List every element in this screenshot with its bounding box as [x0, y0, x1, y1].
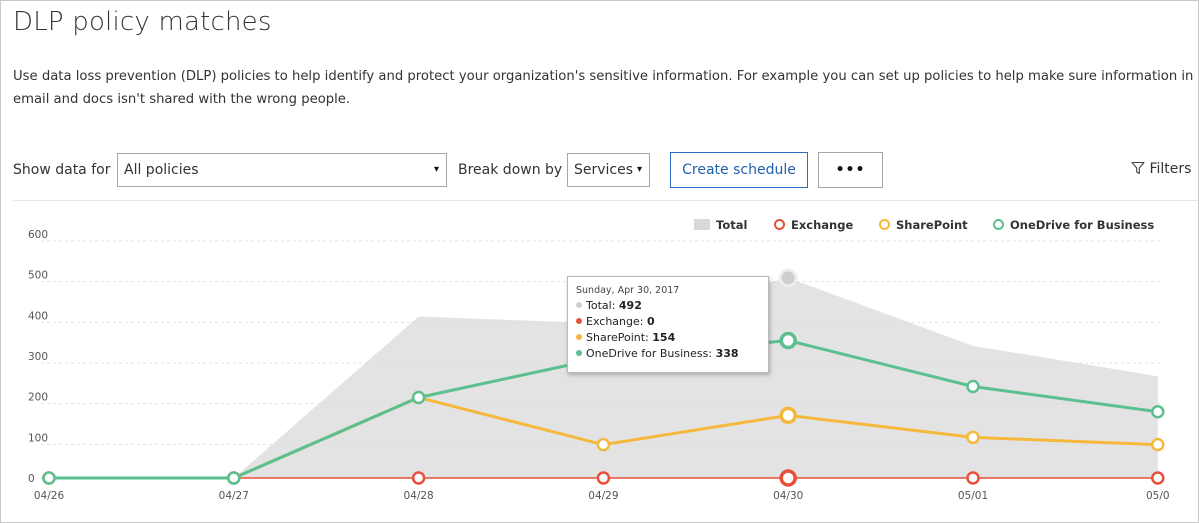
data-point-exchange	[1151, 471, 1165, 485]
y-tick-label: 100	[28, 432, 48, 444]
series-dot-icon	[576, 350, 582, 356]
legend-item[interactable]: OneDrive for Business	[993, 218, 1154, 232]
data-point-onedrive-for-business	[227, 471, 241, 485]
data-point-sharepoint	[596, 437, 611, 452]
tooltip-label: Exchange:	[586, 315, 647, 328]
legend-ring-icon	[774, 219, 785, 230]
y-tick-label: 500	[28, 270, 48, 282]
legend-ring-icon	[993, 219, 1004, 230]
x-tick-label: 04/30	[773, 490, 803, 502]
y-tick-label: 600	[28, 229, 48, 241]
tooltip-row: Total: 492	[576, 298, 768, 314]
tooltip-date: Sunday, Apr 30, 2017	[576, 285, 680, 296]
data-point-onedrive-for-business	[42, 471, 56, 485]
legend-square-icon	[694, 219, 710, 230]
tooltip-row: Exchange: 0	[576, 314, 768, 330]
data-point-onedrive-for-business	[411, 390, 426, 405]
series-dot-icon	[576, 302, 582, 308]
tooltip-label: OneDrive for Business:	[586, 347, 716, 360]
chart-tooltip: Sunday, Apr 30, 2017 Total: 492 Exchange:…	[567, 276, 769, 373]
tooltip-value: 492	[618, 299, 642, 312]
tooltip-row: OneDrive for Business: 338	[576, 346, 768, 362]
data-point-onedrive-for-business	[779, 331, 797, 350]
x-tick-label: 04/29	[588, 490, 618, 502]
tooltip-label: SharePoint:	[586, 331, 653, 344]
total-point	[778, 268, 798, 288]
legend-label: SharePoint	[896, 218, 968, 232]
data-point-exchange	[411, 471, 426, 485]
data-point-onedrive-for-business	[966, 379, 980, 394]
tooltip-value: 338	[715, 347, 739, 360]
y-tick-label: 200	[28, 392, 48, 404]
data-point-exchange	[596, 471, 611, 485]
tooltip-row: SharePoint: 154	[576, 330, 768, 346]
series-dot-icon	[576, 334, 582, 340]
data-point-onedrive-for-business	[1151, 404, 1165, 419]
legend-label: Total	[716, 218, 748, 232]
tooltip-value: 0	[646, 315, 655, 328]
data-point-sharepoint	[966, 430, 980, 445]
legend-item[interactable]: Exchange	[774, 218, 853, 232]
report-panel: DLP policy matches Use data loss prevent…	[0, 0, 1199, 523]
data-point-exchange	[779, 469, 797, 487]
legend-item[interactable]: SharePoint	[879, 218, 968, 232]
dlp-matches-chart: 600 500 400 300 200 100 0 04/26 04/27 04/28 04/29 0…	[28, 229, 1170, 502]
tooltip-value: 154	[652, 331, 676, 344]
tooltip-label: Total:	[586, 299, 619, 312]
x-tick-label: 05/0	[1146, 490, 1170, 502]
x-tick-label: 04/26	[34, 490, 65, 502]
data-point-sharepoint	[779, 406, 797, 425]
x-tick-label: 05/01	[958, 490, 988, 502]
y-tick-label: 0	[28, 473, 35, 485]
x-tick-label: 04/27	[219, 490, 249, 502]
data-point-exchange	[966, 471, 980, 485]
data-point-sharepoint	[1151, 437, 1165, 452]
legend-ring-icon	[879, 219, 890, 230]
series-dot-icon	[576, 318, 582, 324]
y-tick-label: 400	[28, 310, 48, 322]
legend-item[interactable]: Total	[694, 218, 747, 232]
x-tick-label: 04/28	[403, 490, 433, 502]
legend-label: Exchange	[791, 218, 854, 232]
y-tick-label: 300	[28, 351, 48, 363]
legend-label: OneDrive for Business	[1010, 218, 1155, 232]
